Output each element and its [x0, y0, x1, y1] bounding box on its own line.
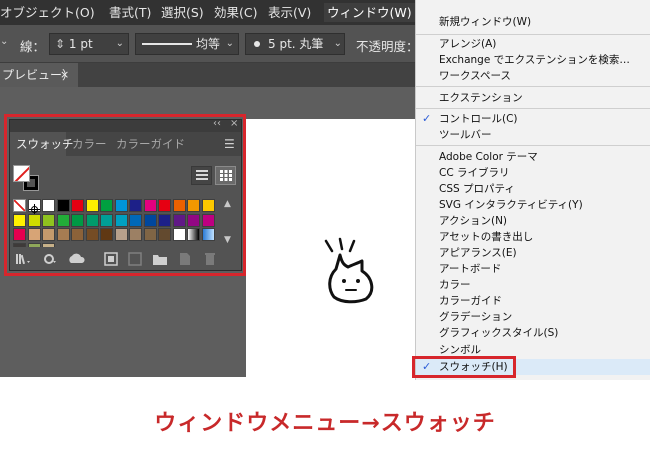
menu-item-label: アセットの書き出し	[439, 231, 534, 243]
menu-separator	[416, 34, 650, 35]
stroke-weight-field[interactable]: ⇕ 1 pt ⌄	[49, 33, 129, 55]
window-menu-dropdown: 新規ウィンドウ(W) アレンジ(A) Exchange でエクステンションを検索…	[415, 0, 650, 380]
menu-item-label: アレンジ(A)	[439, 38, 497, 50]
brush-select[interactable]: 5 pt. 丸筆 ⌄	[245, 33, 345, 55]
menu-item-label: エクステンション	[439, 92, 523, 104]
menu-item-color[interactable]: カラー	[416, 277, 650, 293]
menu-item-new-window[interactable]: 新規ウィンドウ(W)	[416, 14, 650, 30]
menu-item-gradient[interactable]: グラデーション	[416, 309, 650, 325]
menu-item-label: カラーガイド	[439, 295, 502, 307]
menu-item-label: アクション(N)	[439, 215, 508, 227]
menu-item-label: シンボル	[439, 344, 481, 356]
brush-dot-icon	[254, 41, 260, 47]
menu-type[interactable]: 書式(T)	[109, 3, 151, 22]
doodle-character	[324, 237, 374, 304]
menu-item-label: グラデーション	[439, 311, 513, 323]
menu-item-color-guide[interactable]: カラーガイド	[416, 293, 650, 309]
stroke-label: 線：	[20, 39, 46, 54]
brush-value: 5 pt. 丸筆	[268, 37, 324, 51]
menu-separator	[416, 86, 650, 87]
menu-item-label: CC ライブラリ	[439, 167, 510, 179]
document-tab-strip: プレビュー） ×	[0, 63, 420, 87]
control-bar: ⌄ 線： ⇕ 1 pt ⌄ 均等 ⌄ 5 pt. 丸筆 ⌄ 不透明度：	[0, 25, 420, 63]
menu-item-css-properties[interactable]: CSS プロパティ	[416, 181, 650, 197]
menu-effect[interactable]: 効果(C)	[214, 3, 257, 22]
menu-item-label: アピアランス(E)	[439, 247, 517, 259]
menu-item-asset-export[interactable]: アセットの書き出し	[416, 229, 650, 245]
app-menubar: オブジェクト(O) 書式(T) 選択(S) 効果(C) 表示(V) ウィンドウ(…	[0, 0, 420, 25]
menu-item-svg-interactivity[interactable]: SVG インタラクティビティ(Y)	[416, 197, 650, 213]
chevron-down-icon[interactable]: ⌄	[116, 34, 124, 54]
menu-item-toolbar[interactable]: ツールバー	[416, 127, 650, 143]
menu-window[interactable]: ウィンドウ(W)	[324, 3, 415, 22]
menu-item-label: 新規ウィンドウ(W)	[439, 16, 532, 28]
menu-item-arrange[interactable]: アレンジ(A)	[416, 36, 650, 52]
menu-select[interactable]: 選択(S)	[161, 3, 204, 22]
stepper-icon[interactable]: ⇕	[55, 37, 69, 51]
menu-item-control[interactable]: ✓ コントロール(C)	[416, 111, 650, 127]
menu-item-label: SVG インタラクティビティ(Y)	[439, 199, 583, 211]
menu-item-actions[interactable]: アクション(N)	[416, 213, 650, 229]
menu-item-label: カラー	[439, 279, 471, 291]
menu-item-exchange[interactable]: Exchange でエクステンションを検索…	[416, 52, 650, 68]
menu-item-cc-libraries[interactable]: CC ライブラリ	[416, 165, 650, 181]
highlight-box-swatches-item	[412, 356, 516, 378]
menu-item-label: ツールバー	[439, 129, 492, 141]
stroke-weight-value: 1 pt	[68, 37, 93, 51]
menu-separator	[416, 145, 650, 146]
menu-item-label: コントロール(C)	[439, 113, 518, 125]
menu-view[interactable]: 表示(V)	[268, 3, 311, 22]
close-icon[interactable]: ×	[60, 63, 69, 87]
menu-item-graphic-styles[interactable]: グラフィックスタイル(S)	[416, 325, 650, 341]
menu-separator	[416, 108, 650, 109]
menu-item-extensions[interactable]: エクステンション	[416, 90, 650, 106]
opacity-label[interactable]: 不透明度：	[356, 36, 419, 55]
chevron-down-icon[interactable]: ⌄	[0, 36, 8, 47]
menu-object[interactable]: オブジェクト(O)	[0, 3, 95, 22]
chevron-down-icon[interactable]: ⌄	[334, 34, 342, 54]
menu-item-adobe-color[interactable]: Adobe Color テーマ	[416, 149, 650, 165]
stroke-profile-line-icon	[142, 43, 192, 45]
stroke-profile-select[interactable]: 均等 ⌄	[135, 33, 239, 55]
menu-item-label: Exchange でエクステンションを検索…	[439, 54, 630, 66]
menu-item-label: ワークスペース	[439, 70, 511, 82]
menu-item-appearance[interactable]: アピアランス(E)	[416, 245, 650, 261]
stroke-profile-value: 均等	[196, 37, 221, 51]
menu-item-artboards[interactable]: アートボード	[416, 261, 650, 277]
chevron-down-icon[interactable]: ⌄	[226, 34, 234, 54]
menu-item-workspace[interactable]: ワークスペース	[416, 68, 650, 84]
menu-item-label: アートボード	[439, 263, 502, 275]
check-icon: ✓	[422, 112, 432, 125]
caption: ウィンドウメニュー→スウォッチ	[154, 411, 496, 436]
menu-item-label: Adobe Color テーマ	[439, 151, 538, 163]
menu-item-label: グラフィックスタイル(S)	[439, 327, 559, 339]
menu-item-label: CSS プロパティ	[439, 183, 515, 195]
highlight-box-swatches-panel	[4, 114, 246, 276]
